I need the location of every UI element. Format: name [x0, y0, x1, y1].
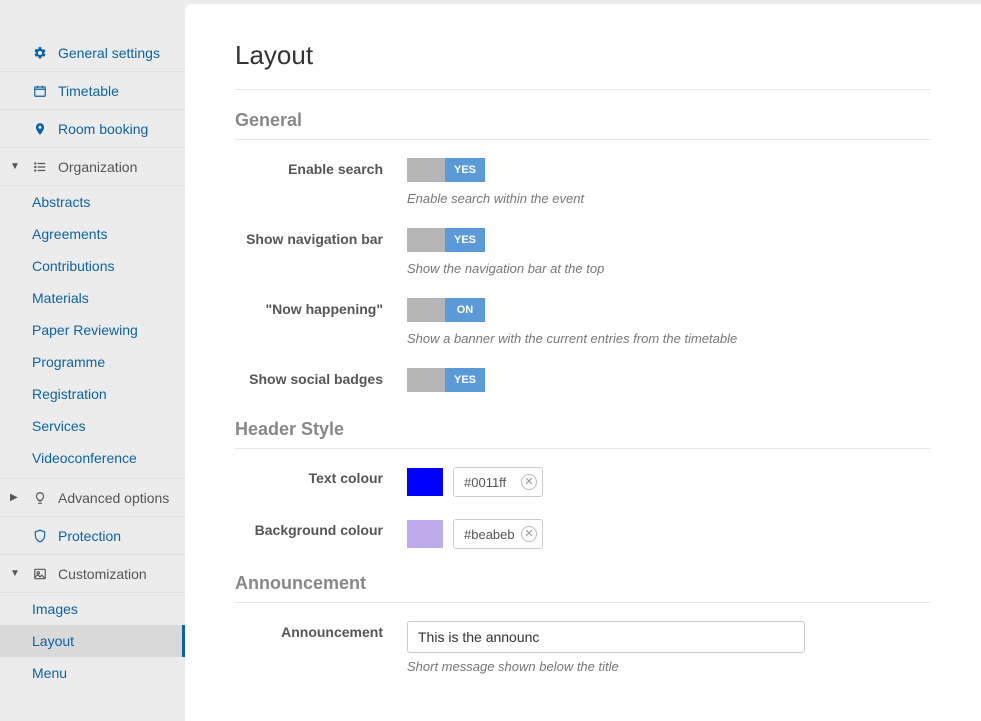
sidebar-item-advanced-options[interactable]: ▶ Advanced options	[0, 479, 185, 517]
text-colour-swatch[interactable]	[407, 468, 443, 496]
sidebar: General settings Timetable Room booking …	[0, 0, 185, 721]
help-text: Enable search within the event	[407, 191, 931, 206]
sidebar-label: Organization	[58, 159, 137, 175]
sidebar-item-timetable[interactable]: Timetable	[0, 72, 185, 110]
sidebar-item-protection[interactable]: Protection	[0, 517, 185, 555]
field-label: Announcement	[235, 621, 407, 640]
toggle-state: YES	[445, 228, 485, 252]
help-text: Show the navigation bar at the top	[407, 261, 931, 276]
sidebar-label: Protection	[58, 528, 121, 544]
bulb-icon	[32, 490, 48, 506]
sidebar-item-general-settings[interactable]: General settings	[0, 34, 185, 72]
sidebar-item-customization[interactable]: ▼ Customization	[0, 555, 185, 593]
sidebar-sub-layout[interactable]: Layout	[0, 625, 185, 657]
toggle-social-badges[interactable]: YES	[407, 368, 485, 392]
field-label: Show social badges	[235, 368, 407, 387]
sidebar-label: Customization	[58, 566, 147, 582]
main-content: Layout General Enable search YES Enable …	[185, 4, 981, 721]
chevron-down-icon: ▼	[10, 568, 20, 579]
page-title: Layout	[235, 40, 931, 71]
field-announcement: Announcement Short message shown below t…	[235, 621, 931, 674]
sidebar-sub-contributions[interactable]: Contributions	[0, 250, 185, 282]
field-enable-search: Enable search YES Enable search within t…	[235, 158, 931, 206]
calendar-icon	[32, 83, 48, 99]
announcement-input[interactable]	[407, 621, 805, 653]
field-label: Background colour	[235, 519, 407, 538]
field-bg-colour: Background colour ✕	[235, 519, 931, 549]
list-icon	[32, 159, 48, 175]
sidebar-label: Timetable	[58, 83, 119, 99]
sidebar-sub-materials[interactable]: Materials	[0, 282, 185, 314]
sidebar-sub-abstracts[interactable]: Abstracts	[0, 186, 185, 218]
sidebar-label: General settings	[58, 45, 160, 61]
sidebar-sub-menu[interactable]: Menu	[0, 657, 185, 689]
sidebar-sub-videoconference[interactable]: Videoconference	[0, 442, 185, 474]
sidebar-sub-paper-reviewing[interactable]: Paper Reviewing	[0, 314, 185, 346]
shield-icon	[32, 528, 48, 544]
toggle-state: YES	[445, 368, 485, 392]
toggle-now-happening[interactable]: ON	[407, 298, 485, 322]
image-icon	[32, 566, 48, 582]
field-label: Show navigation bar	[235, 228, 407, 247]
field-label: "Now happening"	[235, 298, 407, 317]
field-social-badges: Show social badges YES	[235, 368, 931, 395]
clear-icon[interactable]: ✕	[521, 526, 537, 542]
help-text: Short message shown below the title	[407, 659, 931, 674]
sidebar-sub-agreements[interactable]: Agreements	[0, 218, 185, 250]
chevron-down-icon: ▼	[10, 161, 20, 172]
chevron-right-icon: ▶	[10, 492, 18, 503]
sidebar-sub-services[interactable]: Services	[0, 410, 185, 442]
gear-icon	[32, 45, 48, 61]
bg-colour-swatch[interactable]	[407, 520, 443, 548]
sidebar-sub-images[interactable]: Images	[0, 593, 185, 625]
toggle-state: ON	[445, 298, 485, 322]
section-heading-announcement: Announcement	[235, 573, 931, 603]
clear-icon[interactable]: ✕	[521, 474, 537, 490]
field-text-colour: Text colour ✕	[235, 467, 931, 497]
section-heading-general: General	[235, 89, 931, 140]
sidebar-item-organization[interactable]: ▼ Organization	[0, 148, 185, 186]
field-label: Enable search	[235, 158, 407, 177]
sidebar-sub-programme[interactable]: Programme	[0, 346, 185, 378]
field-now-happening: "Now happening" ON Show a banner with th…	[235, 298, 931, 346]
sidebar-label: Advanced options	[58, 490, 169, 506]
field-show-nav: Show navigation bar YES Show the navigat…	[235, 228, 931, 276]
field-label: Text colour	[235, 467, 407, 486]
toggle-show-nav[interactable]: YES	[407, 228, 485, 252]
toggle-state: YES	[445, 158, 485, 182]
sidebar-item-room-booking[interactable]: Room booking	[0, 110, 185, 148]
sidebar-label: Room booking	[58, 121, 148, 137]
toggle-enable-search[interactable]: YES	[407, 158, 485, 182]
pin-icon	[32, 121, 48, 137]
section-heading-header-style: Header Style	[235, 419, 931, 449]
sidebar-sub-registration[interactable]: Registration	[0, 378, 185, 410]
help-text: Show a banner with the current entries f…	[407, 331, 931, 346]
